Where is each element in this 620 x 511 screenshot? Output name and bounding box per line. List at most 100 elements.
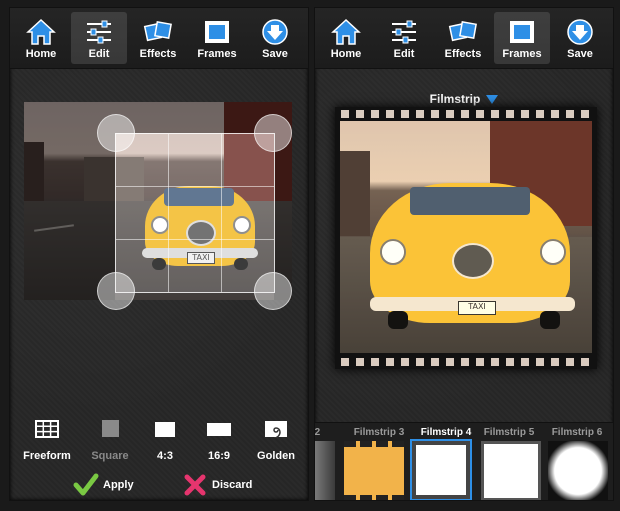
edit-label: Edit	[393, 48, 415, 60]
sprocket-hole	[506, 358, 514, 366]
square-option[interactable]: Square	[82, 418, 138, 462]
frame-icon	[510, 21, 534, 43]
sliders-icon	[87, 20, 111, 44]
edit-button[interactable]: Edit	[71, 12, 127, 64]
home-button[interactable]: Home	[13, 12, 69, 64]
golden-option[interactable]: Golden	[248, 418, 304, 462]
thumb-filmstrip-6[interactable]	[548, 441, 608, 500]
ratio-16-9-label: 16:9	[207, 450, 231, 462]
thumb-filmstrip-3[interactable]	[344, 441, 404, 500]
frames-label: Frames	[502, 48, 542, 60]
rect-16x9-icon	[207, 423, 231, 436]
save-button[interactable]: Save	[247, 12, 303, 64]
sprocket-hole	[371, 358, 379, 366]
frame-thumbnail-strip: p 2 Filmstrip 3 Filmstrip 4 Filmstrip 5 …	[314, 422, 613, 500]
sprocket-hole	[416, 110, 424, 118]
save-label: Save	[262, 48, 288, 60]
golden-label: Golden	[257, 450, 295, 462]
thumb-label: p 2	[314, 427, 321, 438]
save-button[interactable]: Save	[552, 12, 608, 64]
frame-type-label: Filmstrip	[429, 92, 481, 106]
edit-label: Edit	[88, 48, 110, 60]
square-label: Square	[91, 450, 129, 462]
taxi-wheel	[540, 311, 560, 329]
sprocket-hole	[506, 110, 514, 118]
sprocket-hole	[446, 358, 454, 366]
sprocket-hole	[581, 358, 589, 366]
home-icon	[26, 18, 56, 45]
sprocket-hole	[551, 110, 559, 118]
taxi-wheel	[388, 311, 408, 329]
taxi-headlight	[380, 239, 406, 265]
sprocket-hole	[431, 110, 439, 118]
thumb-filmstrip-2[interactable]	[315, 441, 335, 500]
grid-line	[116, 186, 274, 187]
effects-label: Effects	[444, 48, 482, 60]
sprocket-hole	[476, 110, 484, 118]
top-toolbar: Home Edit Effects Frames Save	[10, 8, 308, 69]
sprocket-hole	[521, 110, 529, 118]
sprocket-hole	[536, 110, 544, 118]
sprocket-hole	[491, 110, 499, 118]
photos-icon	[448, 21, 477, 42]
crop-handle-top-left[interactable]	[97, 114, 135, 152]
right-screen: Home Edit Effects Frames Save Filmstrip …	[314, 7, 614, 501]
grid-line	[168, 134, 169, 292]
frames-button[interactable]: Frames	[189, 12, 245, 64]
sprocket-hole	[521, 358, 529, 366]
effects-button[interactable]: Effects	[130, 12, 186, 64]
photo-canvas[interactable]: TAXI	[24, 102, 292, 300]
effects-button[interactable]: Effects	[435, 12, 491, 64]
grid-icon	[35, 420, 59, 438]
discard-button[interactable]: Discard	[182, 470, 262, 500]
photo-canvas[interactable]: TAXI	[340, 121, 592, 353]
sprocket-hole	[356, 358, 364, 366]
thumb-filmstrip-4[interactable]	[410, 439, 472, 500]
ratio-16-9-option[interactable]: 16:9	[191, 418, 247, 462]
home-icon	[331, 18, 361, 45]
sprocket-hole	[551, 358, 559, 366]
apply-button[interactable]: Apply	[73, 470, 143, 500]
building	[340, 151, 370, 236]
sprocket-hole	[431, 358, 439, 366]
photos-icon	[143, 21, 172, 42]
crop-handle-bottom-left[interactable]	[97, 272, 135, 310]
left-screen: Home Edit Effects Frames Save TAXI Freef…	[9, 7, 309, 501]
taxi-windshield	[410, 187, 530, 215]
freeform-option[interactable]: Freeform	[19, 418, 75, 462]
frame-type-dropdown[interactable]: Filmstrip	[315, 92, 613, 106]
home-label: Home	[25, 48, 57, 60]
crop-outside-area	[24, 133, 115, 300]
sprocket-hole	[566, 358, 574, 366]
home-label: Home	[330, 48, 362, 60]
sprocket-hole	[401, 358, 409, 366]
sprocket-hole	[461, 358, 469, 366]
sprocket-hole	[581, 110, 589, 118]
ratio-4-3-option[interactable]: 4:3	[137, 418, 193, 462]
effects-label: Effects	[139, 48, 177, 60]
crop-rectangle[interactable]	[115, 133, 275, 293]
x-icon	[184, 474, 206, 496]
home-button[interactable]: Home	[318, 12, 374, 64]
crop-outside-area	[24, 102, 292, 133]
sprocket-hole	[371, 110, 379, 118]
frames-label: Frames	[197, 48, 237, 60]
thumb-filmstrip-5[interactable]	[481, 441, 541, 500]
taxi-grille	[452, 243, 494, 279]
square-icon	[101, 420, 119, 437]
sprocket-hole	[446, 110, 454, 118]
sprocket-hole	[491, 358, 499, 366]
sprocket-hole	[356, 110, 364, 118]
sprocket-hole	[341, 110, 349, 118]
crop-handle-bottom-right[interactable]	[254, 272, 292, 310]
ratio-4-3-label: 4:3	[157, 450, 173, 462]
golden-spiral-icon	[265, 421, 287, 438]
sprocket-hole	[341, 358, 349, 366]
frames-button[interactable]: Frames	[494, 12, 550, 64]
edit-button[interactable]: Edit	[376, 12, 432, 64]
grid-line	[116, 239, 274, 240]
crop-handle-top-right[interactable]	[254, 114, 292, 152]
save-arrow-icon	[567, 19, 593, 45]
dropdown-arrow-icon	[486, 95, 499, 105]
save-arrow-icon	[262, 19, 288, 45]
